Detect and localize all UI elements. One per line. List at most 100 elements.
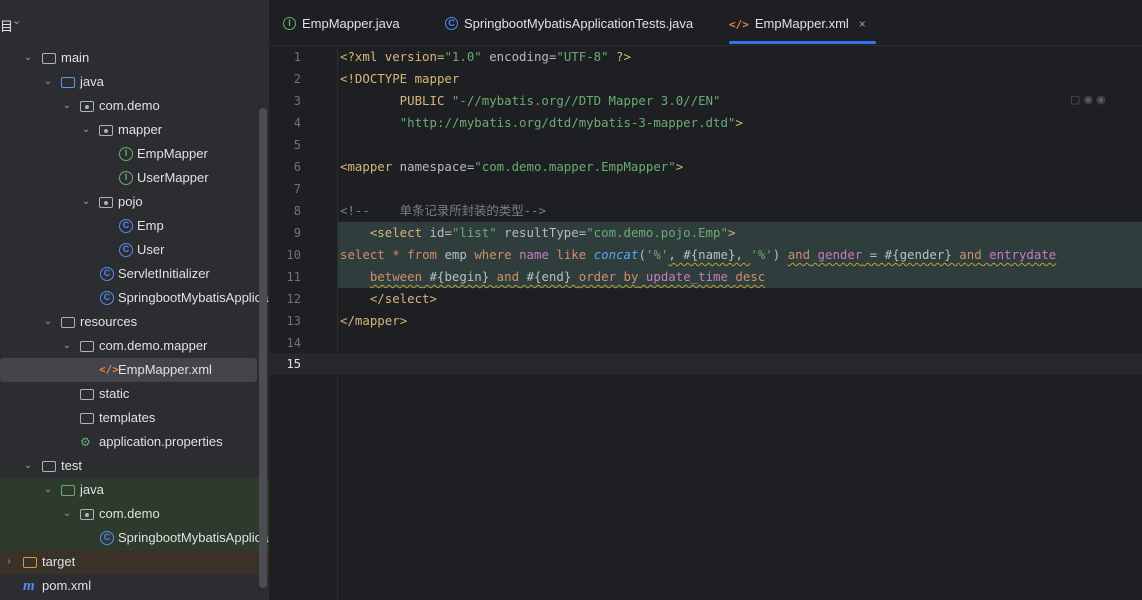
editor-tab-bar: I EmpMapper.java C SpringbootMybatisApplic… [269, 0, 1142, 46]
tree-item-label: Emp [137, 218, 164, 233]
tab-empmapper-java[interactable]: I EmpMapper.java [283, 0, 400, 45]
code-line-9: <select id="list" resultType="com.demo.p… [340, 225, 736, 240]
tree-item-com-demo[interactable]: ⌄ com.demo [0, 94, 269, 118]
chevron-down-icon[interactable]: ⌄ [61, 94, 73, 118]
folder-icon [80, 341, 94, 352]
line-number: 4 [293, 116, 301, 130]
chevron-down-icon[interactable]: ⌄ [42, 70, 54, 94]
code-line-3: PUBLIC "-//mybatis.org//DTD Mapper 3.0//… [340, 93, 721, 108]
code-line-13: </mapper> [340, 313, 408, 328]
code-line-2: <!DOCTYPE mapper [340, 71, 460, 86]
interface-icon: I [119, 171, 133, 185]
tree-item-label: test [61, 458, 82, 473]
tree-item-springboot-application[interactable]: C SpringbootMybatisApplica [0, 286, 269, 310]
folder-icon [80, 389, 94, 400]
tree-item-application-properties[interactable]: ⚙ application.properties [0, 430, 269, 454]
tree-item-label: EmpMapper.xml [118, 362, 212, 377]
line-number: 3 [293, 94, 301, 108]
package-icon [80, 509, 94, 520]
tree-item-label: pojo [118, 194, 143, 209]
tree-item-test-java[interactable]: ⌄ java [0, 478, 269, 502]
tree-item-templates[interactable]: templates [0, 406, 269, 430]
tree-item-test[interactable]: ⌄ test [0, 454, 269, 478]
folder-icon [42, 461, 56, 472]
tree-item-label: pom.xml [42, 578, 92, 593]
test-class-icon: C [445, 17, 458, 31]
line-number: 7 [293, 182, 301, 196]
chevron-down-icon[interactable]: ⌄ [80, 190, 92, 214]
line-number: 9 [293, 226, 301, 240]
tree-item-empmapper[interactable]: I EmpMapper [0, 142, 269, 166]
spring-boot-class-icon: C [100, 291, 114, 305]
package-icon [99, 197, 113, 208]
interface-icon: I [119, 147, 133, 161]
tree-item-label: java [80, 74, 104, 89]
chevron-down-icon[interactable]: ⌄ [61, 334, 73, 358]
project-tree-panel: 目 ⌄ ⌄ main ⌄ java ⌄ com.demo ⌄ mapper I … [0, 0, 269, 600]
project-header[interactable]: 目 ⌄ [0, 0, 269, 46]
sidebar-scrollbar[interactable] [259, 108, 267, 588]
tree-item-empmapper-xml[interactable]: </> EmpMapper.xml [0, 358, 257, 382]
class-icon: C [100, 267, 114, 281]
tab-empmapper-xml[interactable]: </> EmpMapper.xml × [729, 0, 876, 45]
line-number: 2 [293, 72, 301, 86]
tab-label: EmpMapper.xml [754, 16, 849, 31]
tab-springboot-tests-java[interactable]: C SpringbootMybatisApplicationTests.java [445, 0, 693, 45]
package-icon [99, 125, 113, 136]
code-line-4: "http://mybatis.org/dtd/mybatis-3-mapper… [399, 115, 743, 130]
chevron-down-icon[interactable]: ⌄ [61, 502, 73, 526]
class-icon: C [119, 243, 133, 257]
line-number: 6 [293, 160, 301, 174]
code-line-12: </select> [340, 291, 437, 306]
tree-item-target[interactable]: › target [0, 550, 269, 574]
tree-item-user[interactable]: C User [0, 238, 269, 262]
chevron-down-icon[interactable]: ⌄ [80, 118, 92, 142]
tree-item-resources[interactable]: ⌄ resources [0, 310, 269, 334]
chevron-down-icon[interactable]: ⌄ [22, 454, 34, 478]
tree-item-label: application.properties [99, 434, 223, 449]
tree-item-label: java [80, 482, 104, 497]
tree-item-test-com-demo[interactable]: ⌄ com.demo [0, 502, 269, 526]
class-icon: C [119, 219, 133, 233]
chevron-down-icon[interactable]: ⌄ [42, 310, 54, 334]
tree-item-servletinitializer[interactable]: C ServletInitializer [0, 262, 269, 286]
tree-item-springboot-tests[interactable]: C SpringbootMybatisApplica [0, 526, 269, 550]
tree-item-java[interactable]: ⌄ java [0, 70, 269, 94]
maven-icon: m [23, 578, 35, 594]
tree-item-emp[interactable]: C Emp [0, 214, 269, 238]
chevron-down-icon[interactable]: ⌄ [22, 46, 34, 70]
tree-item-main[interactable]: ⌄ main [0, 46, 269, 70]
chevron-down-icon[interactable]: ⌄ [12, 14, 21, 27]
line-number: 1 [293, 50, 301, 64]
tree-item-usermapper[interactable]: I UserMapper [0, 166, 269, 190]
excluded-folder-icon [23, 557, 37, 568]
line-number: 8 [293, 204, 301, 218]
tree-item-label: static [99, 386, 130, 401]
tree-item-com-demo-mapper[interactable]: ⌄ com.demo.mapper [0, 334, 269, 358]
line-number-gutter: 1 2 3 4 5 6 7 8 9 10 11 12 13 14 [269, 46, 338, 600]
browser-preview-icons[interactable]: ▢ ◉ ◉ [1070, 93, 1106, 106]
tree-item-pom-xml[interactable]: m pom.xml [0, 574, 269, 598]
code-editor[interactable]: <?xml version="1.0" encoding="UTF-8" ?> … [338, 46, 1142, 600]
tree-item-pojo-package[interactable]: ⌄ pojo [0, 190, 269, 214]
tab-label: EmpMapper.java [302, 16, 400, 31]
code-line-11: between #{begin} and #{end} order by upd… [369, 269, 766, 284]
tree-item-static[interactable]: static [0, 382, 269, 406]
tree-item-label: SpringbootMybatisApplica [118, 530, 269, 545]
chevron-right-icon[interactable]: › [3, 550, 15, 574]
interface-icon: I [283, 17, 296, 31]
test-folder-icon [61, 485, 75, 496]
xml-file-icon: </> [99, 363, 119, 376]
code-line-8: <!-- 单条记录所封装的类型--> [340, 203, 546, 218]
tab-label: SpringbootMybatisApplicationTests.java [464, 16, 694, 31]
tree-item-label: EmpMapper [137, 146, 208, 161]
folder-icon [42, 53, 56, 64]
chevron-down-icon[interactable]: ⌄ [42, 478, 54, 502]
tree-item-label: com.demo.mapper [99, 338, 208, 353]
tree-item-label: User [137, 242, 165, 257]
package-icon [80, 101, 94, 112]
tree-item-label: SpringbootMybatisApplica [118, 290, 269, 305]
close-icon[interactable]: × [859, 17, 866, 31]
line-number: 5 [293, 138, 301, 152]
tree-item-mapper-package[interactable]: ⌄ mapper [0, 118, 269, 142]
